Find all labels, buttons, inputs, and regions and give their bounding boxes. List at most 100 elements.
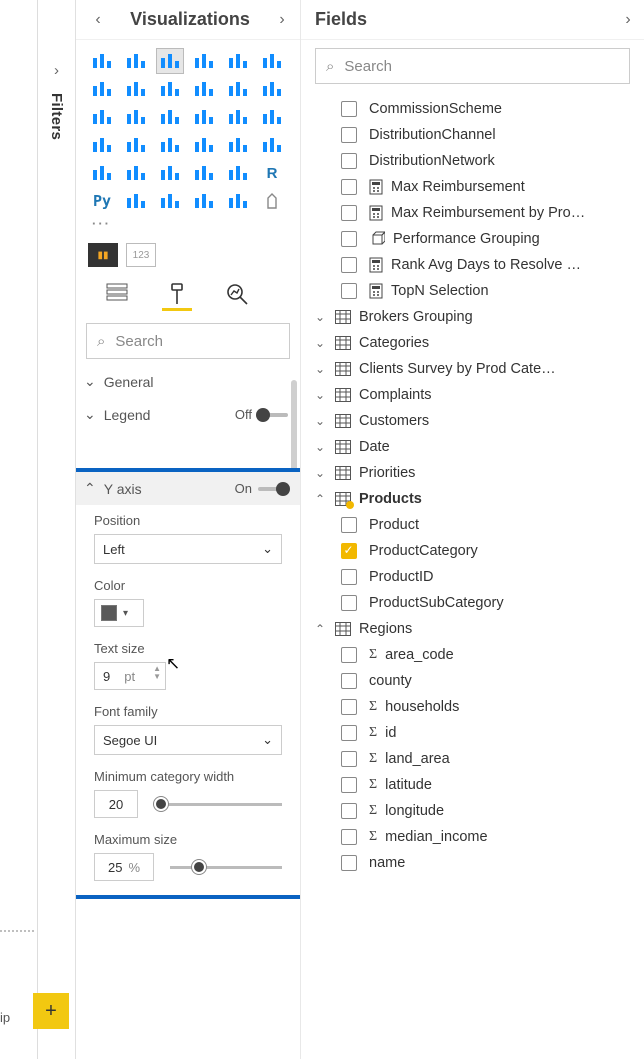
viz-type-r[interactable]: R xyxy=(258,160,286,186)
field-checkbox[interactable] xyxy=(341,803,357,819)
field-item[interactable]: DistributionNetwork xyxy=(301,148,644,174)
viz-type-scatter[interactable] xyxy=(156,104,184,130)
viz-type-donut[interactable] xyxy=(224,104,252,130)
viz-type-area[interactable] xyxy=(122,76,150,102)
table-item[interactable]: ⌄Priorities xyxy=(301,460,644,486)
field-item[interactable]: ProductSubCategory xyxy=(301,590,644,616)
viz-type-treemap[interactable] xyxy=(258,104,286,130)
viz-type-stacked-area[interactable] xyxy=(156,76,184,102)
viz-type-multi-row-card[interactable] xyxy=(88,160,116,186)
y-axis-toggle[interactable]: On xyxy=(235,481,288,496)
field-item[interactable]: Σhouseholds xyxy=(301,694,644,720)
viz-type-line-clustered-column[interactable] xyxy=(224,76,252,102)
font-family-select[interactable]: Segoe UI ⌄ xyxy=(94,725,282,755)
field-item[interactable]: Product xyxy=(301,512,644,538)
field-item[interactable]: Max Reimbursement by ProdC… xyxy=(301,200,644,226)
field-item[interactable]: Σland_area xyxy=(301,746,644,772)
viz-type-filled-map[interactable] xyxy=(122,132,150,158)
selected-visual-thumbnail[interactable]: ▮▮ xyxy=(88,243,118,267)
position-select[interactable]: Left ⌄ xyxy=(94,534,282,564)
text-size-input[interactable]: 9 pt ▲▼ xyxy=(94,662,166,690)
general-section[interactable]: ⌄ General xyxy=(76,365,300,398)
viz-type-line[interactable] xyxy=(88,76,116,102)
field-item[interactable]: Rank Avg Days to Resolve Co… xyxy=(301,252,644,278)
fields-search-input[interactable]: ⌕ Search xyxy=(315,48,630,84)
viz-type-card[interactable] xyxy=(258,132,286,158)
viz-type-shape-map[interactable] xyxy=(156,132,184,158)
field-checkbox[interactable] xyxy=(341,231,357,247)
viz-type-stacked-column[interactable] xyxy=(122,48,150,74)
viz-type-azure-map[interactable] xyxy=(190,132,218,158)
field-checkbox[interactable] xyxy=(341,543,357,559)
field-item[interactable]: Σlatitude xyxy=(301,772,644,798)
viz-type-pie[interactable] xyxy=(190,104,218,130)
format-search-input[interactable]: ⌕ Search xyxy=(86,323,290,359)
field-checkbox[interactable] xyxy=(341,777,357,793)
table-item[interactable]: ⌄Clients Survey by Prod Category xyxy=(301,356,644,382)
viz-type-ribbon[interactable] xyxy=(258,76,286,102)
field-item[interactable]: Σarea_code xyxy=(301,642,644,668)
field-item[interactable]: Σmedian_income xyxy=(301,824,644,850)
max-size-slider[interactable] xyxy=(170,866,282,869)
viz-type-100-stacked-bar[interactable] xyxy=(224,48,252,74)
field-checkbox[interactable] xyxy=(341,673,357,689)
field-checkbox[interactable] xyxy=(341,257,357,273)
table-item[interactable]: ⌃Products xyxy=(301,486,644,512)
field-checkbox[interactable] xyxy=(341,725,357,741)
viz-type-matrix[interactable] xyxy=(224,160,252,186)
more-visualizations-button[interactable]: ··· xyxy=(76,214,300,237)
field-checkbox[interactable] xyxy=(341,751,357,767)
field-checkbox[interactable] xyxy=(341,517,357,533)
field-checkbox[interactable] xyxy=(341,101,357,117)
visual-thumbnail[interactable]: 123 xyxy=(126,243,156,267)
filters-pane-collapsed[interactable]: › Filters xyxy=(38,0,76,1059)
format-tab[interactable] xyxy=(162,283,192,313)
min-category-width-input[interactable]: 20 xyxy=(94,790,138,818)
table-item[interactable]: ⌃Regions xyxy=(301,616,644,642)
table-item[interactable]: ⌄Date xyxy=(301,434,644,460)
viz-type-qna[interactable] xyxy=(190,188,218,214)
table-item[interactable]: ⌄Brokers Grouping xyxy=(301,304,644,330)
field-item[interactable]: Performance Grouping xyxy=(301,226,644,252)
viz-type-funnel[interactable] xyxy=(122,104,150,130)
viz-type-line-stacked-column[interactable] xyxy=(190,76,218,102)
field-item[interactable]: county xyxy=(301,668,644,694)
field-checkbox[interactable] xyxy=(341,699,357,715)
field-item[interactable]: Max Reimbursement xyxy=(301,174,644,200)
field-item[interactable]: ProductCategory xyxy=(301,538,644,564)
field-checkbox[interactable] xyxy=(341,179,357,195)
table-item[interactable]: ⌄Categories xyxy=(301,330,644,356)
viz-type-key-influencers[interactable] xyxy=(122,188,150,214)
field-item[interactable]: Σlongitude xyxy=(301,798,644,824)
viz-type-kpi[interactable] xyxy=(122,160,150,186)
min-category-width-slider[interactable] xyxy=(154,803,282,806)
field-checkbox[interactable] xyxy=(341,855,357,871)
field-checkbox[interactable] xyxy=(341,205,357,221)
field-checkbox[interactable] xyxy=(341,569,357,585)
field-item[interactable]: name xyxy=(301,850,644,876)
field-checkbox[interactable] xyxy=(341,647,357,663)
field-checkbox[interactable] xyxy=(341,127,357,143)
viz-type-table[interactable] xyxy=(190,160,218,186)
viz-type-paginated[interactable] xyxy=(224,188,252,214)
field-checkbox[interactable] xyxy=(341,283,357,299)
table-item[interactable]: ⌄Customers xyxy=(301,408,644,434)
color-picker[interactable]: ▾ xyxy=(94,599,144,627)
expand-filters-icon[interactable]: › xyxy=(54,62,59,79)
field-checkbox[interactable] xyxy=(341,153,357,169)
viz-type-100-stacked-column[interactable] xyxy=(258,48,286,74)
viz-pane-prev-icon[interactable]: ‹ xyxy=(86,8,110,32)
spinner-buttons[interactable]: ▲▼ xyxy=(153,665,161,681)
table-item[interactable]: ⌄Complaints xyxy=(301,382,644,408)
field-item[interactable]: Σid xyxy=(301,720,644,746)
field-item[interactable]: TopN Selection xyxy=(301,278,644,304)
analytics-tab[interactable] xyxy=(222,283,252,313)
field-checkbox[interactable] xyxy=(341,829,357,845)
viz-type-gauge[interactable] xyxy=(224,132,252,158)
viz-type-clustered-bar[interactable] xyxy=(156,48,184,74)
add-page-button[interactable]: + xyxy=(33,993,69,1029)
legend-section[interactable]: ⌄ Legend Off xyxy=(76,398,300,427)
y-axis-section-header[interactable]: ⌃ Y axis On xyxy=(76,472,300,505)
field-item[interactable]: CommissionScheme xyxy=(301,96,644,122)
viz-type-blank[interactable] xyxy=(258,188,286,214)
